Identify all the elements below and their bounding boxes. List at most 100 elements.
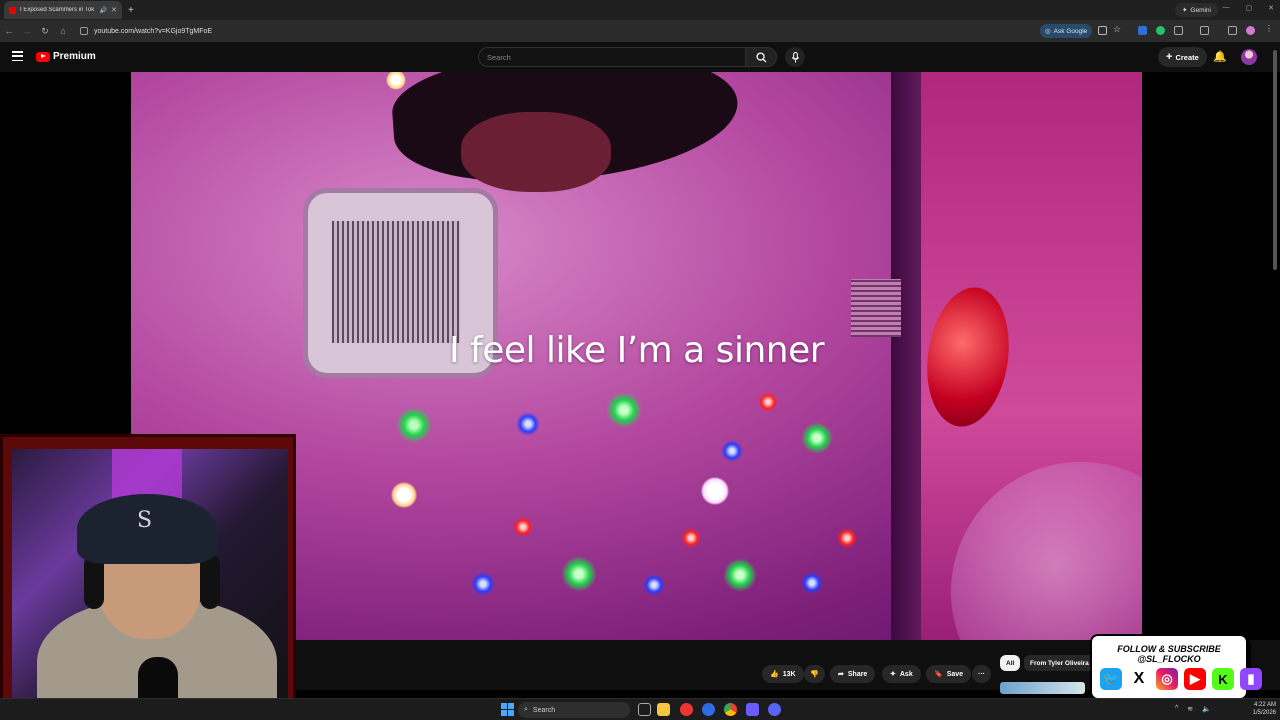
site-info-icon[interactable] [80, 27, 88, 35]
taskbar-search[interactable]: ⌕ Search [518, 702, 630, 718]
logo-text: Premium [53, 51, 96, 62]
notifications-bell-icon[interactable]: 🔔 [1213, 50, 1227, 63]
chip-all[interactable]: All [1000, 655, 1021, 671]
minimize-button[interactable]: — [1223, 4, 1230, 12]
thumbs-up-icon: 👍 [770, 671, 779, 678]
close-tab-icon[interactable]: ✕ [111, 6, 117, 14]
youtube-premium-logo[interactable]: Premium [36, 51, 96, 62]
share-arrow-icon: ➦ [838, 671, 844, 678]
window-controls: — ▢ ✕ [1223, 4, 1275, 12]
windows-start-icon[interactable] [501, 703, 514, 716]
bookmark-star-icon[interactable]: ☆ [1113, 24, 1122, 34]
light-dot [837, 528, 857, 548]
share-button[interactable]: ➦ Share [830, 665, 876, 683]
youtube-header: Premium Search + Create 🔔 [0, 42, 1280, 72]
beanie-logo-icon: S [137, 508, 153, 533]
create-button[interactable]: + Create [1158, 47, 1207, 67]
file-explorer-icon[interactable] [657, 703, 670, 716]
browser-tab-bar: I Exposed Scammers in Tok 🔊 ✕ + ✦ Gemini… [0, 0, 1280, 20]
instagram-icon: ◎ [1156, 668, 1178, 690]
address-bar-row: ← → ↻ ⌂ youtube.com/watch?v=KGjo9TgMFoE … [0, 20, 1280, 42]
light-dot [386, 72, 406, 90]
follow-text: FOLLOW & SUBSCRIBE @SL_FLOCKO [1117, 644, 1221, 664]
task-view-icon[interactable] [638, 703, 651, 716]
browser-tab[interactable]: I Exposed Scammers in Tok 🔊 ✕ [4, 1, 122, 19]
light-dot [391, 482, 417, 508]
more-actions-button[interactable]: ··· [972, 665, 991, 683]
sidebar-icon[interactable] [1200, 26, 1209, 35]
light-dot [801, 422, 833, 454]
light-dot [681, 528, 701, 548]
volume-icon[interactable]: 🔈 [1202, 705, 1211, 713]
recommended-thumbnail[interactable] [1000, 682, 1085, 694]
url-field[interactable]: youtube.com/watch?v=KGjo9TgMFoE [80, 23, 1035, 39]
maximize-button[interactable]: ▢ [1246, 4, 1253, 12]
taskbar-clock[interactable]: 4:22 AM 1/5/2026 [1236, 701, 1276, 717]
home-icon[interactable]: ⌂ [54, 26, 72, 36]
gemini-button[interactable]: ✦ Gemini [1174, 3, 1218, 17]
wifi-icon[interactable]: ≋ [1187, 705, 1193, 713]
light-dot [516, 412, 540, 436]
dislike-button[interactable]: 👎 [804, 665, 825, 683]
clock-date: 1/5/2026 [1252, 710, 1276, 716]
webcam-beanie: S [77, 494, 217, 564]
tray-chevron-icon[interactable]: ^ [1175, 705, 1178, 713]
discord-icon[interactable] [768, 703, 781, 716]
back-icon[interactable]: ← [0, 26, 18, 36]
light-dot [758, 392, 778, 412]
twitter-icon: 🐦 [1100, 668, 1122, 690]
profile-avatar-icon[interactable] [1246, 26, 1255, 35]
video-caption: I feel like I’m a sinner [448, 330, 825, 371]
search-button[interactable] [745, 47, 777, 67]
follow-subscribe-banner: FOLLOW & SUBSCRIBE @SL_FLOCKO 🐦 X ◎ ▶ K … [1090, 634, 1262, 700]
extension-green-icon[interactable] [1156, 26, 1165, 35]
like-button[interactable]: 👍 13K [762, 665, 804, 683]
light-dot [801, 572, 823, 594]
app-icon[interactable] [702, 703, 715, 716]
twitch-icon: ▮ [1240, 668, 1262, 690]
speaker-icon[interactable]: 🔊 [100, 7, 107, 14]
video-face [461, 112, 611, 192]
system-tray: ^ ≋ 🔈 [1175, 705, 1211, 713]
sparkle-icon: ✦ [890, 671, 896, 678]
webcam-feed: S [12, 449, 288, 715]
save-label: Save [946, 670, 964, 678]
x-icon: X [1128, 668, 1150, 690]
install-app-icon[interactable] [1098, 26, 1107, 35]
headphones-right [200, 554, 220, 609]
account-avatar[interactable] [1241, 49, 1257, 65]
tab-search-icon[interactable] [1228, 26, 1237, 35]
forward-icon[interactable]: → [18, 26, 36, 36]
save-button[interactable]: 🔖 Save [926, 665, 972, 683]
app-icon[interactable] [680, 703, 693, 716]
create-label: Create [1175, 52, 1199, 62]
google-lens-icon: ◎ [1045, 28, 1051, 35]
sparkle-icon: ✦ [1181, 7, 1188, 14]
close-window-button[interactable]: ✕ [1268, 4, 1274, 12]
chip-from-channel[interactable]: From Tyler Oliveira [1024, 655, 1095, 671]
page-scrollbar[interactable] [1273, 50, 1277, 270]
like-count: 13K [782, 670, 796, 678]
light-dot [396, 407, 432, 443]
social-icons: 🐦 X ◎ ▶ K ▮ [1100, 668, 1262, 690]
extensions-puzzle-icon[interactable] [1174, 26, 1183, 35]
menu-kebab-icon[interactable]: ⋮ [1265, 24, 1274, 33]
light-dot [606, 392, 642, 428]
new-tab-button[interactable]: + [128, 5, 134, 16]
windows-taskbar: ⌕ Search ^ ≋ 🔈 4:22 AM 1/5/2026 [0, 698, 1280, 720]
taskbar-search-label: Search [532, 706, 556, 714]
ask-button[interactable]: ✦ Ask [882, 665, 921, 683]
chrome-icon[interactable] [724, 703, 737, 716]
light-dot [721, 440, 743, 462]
search-input[interactable]: Search [478, 47, 746, 67]
microphone-icon [791, 51, 799, 63]
voice-search-button[interactable] [785, 47, 805, 67]
hamburger-menu-icon[interactable] [12, 51, 23, 61]
extension-blue-icon[interactable] [1138, 26, 1147, 35]
app-icon[interactable] [746, 703, 759, 716]
reload-icon[interactable]: ↻ [36, 26, 54, 37]
youtube-favicon-icon [9, 6, 16, 14]
ask-google-button[interactable]: ◎ Ask Google [1040, 24, 1093, 38]
ask-label: Ask [899, 670, 913, 678]
youtube-icon: ▶ [1184, 668, 1206, 690]
